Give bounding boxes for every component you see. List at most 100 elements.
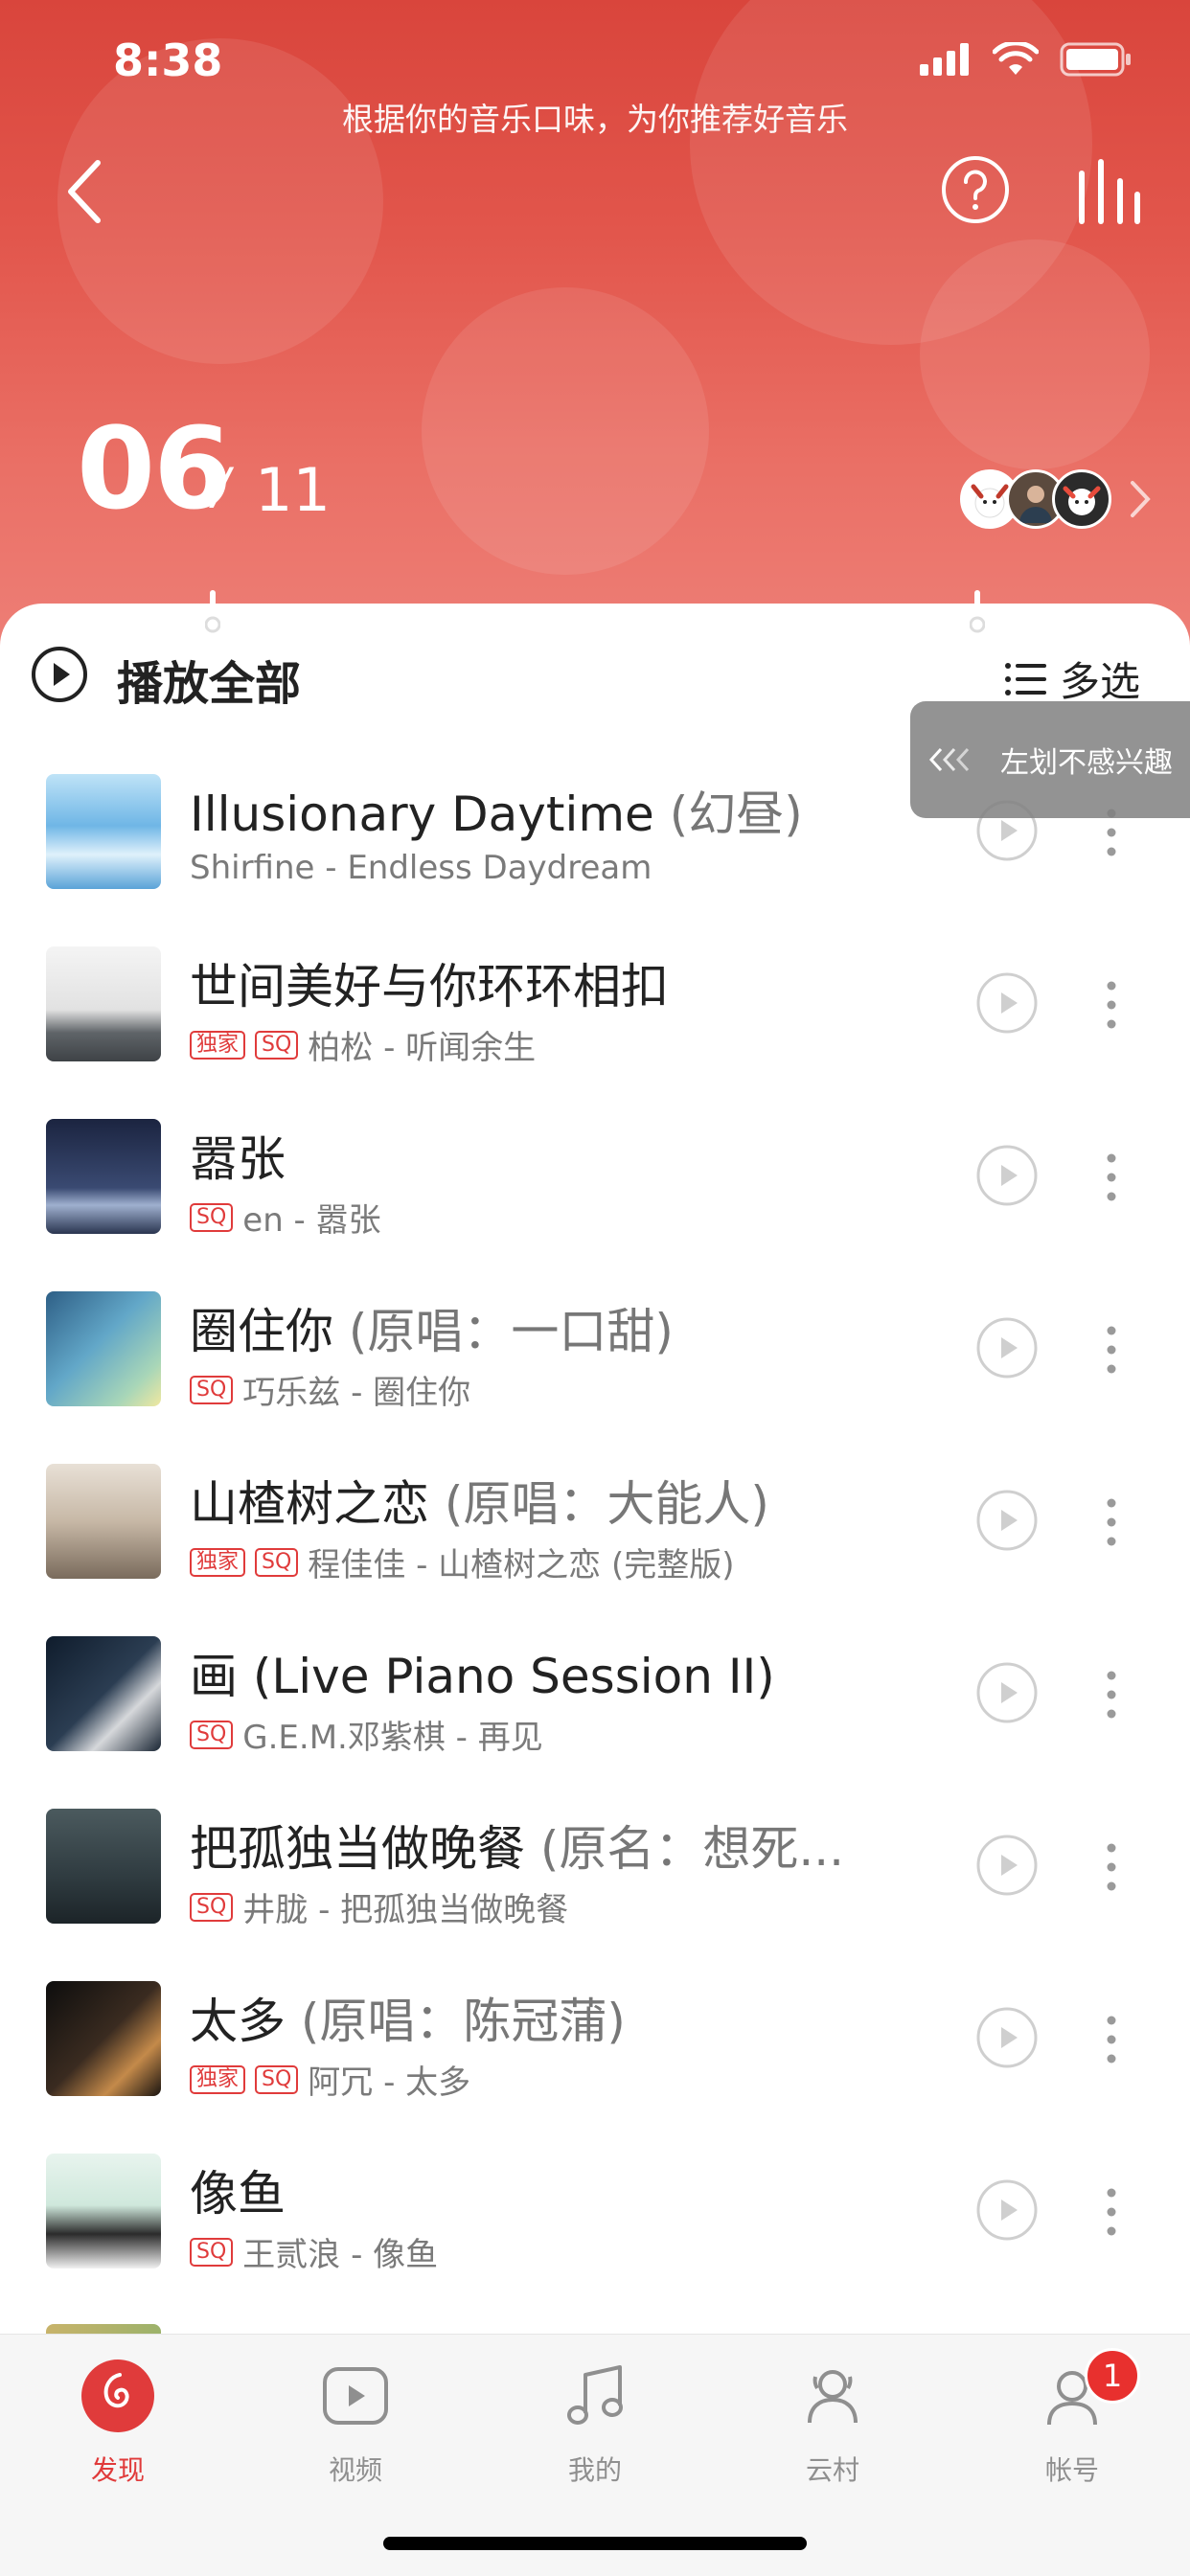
song-row[interactable]: 山楂树之恋 (原唱：大能人) 独家 SQ 程佳佳 - 山楂树之恋 (完整版) <box>0 1464 1190 1636</box>
music-note-icon <box>567 2365 623 2425</box>
song-badges: 独家 SQ <box>190 1030 308 1060</box>
album-cover <box>46 1119 161 1234</box>
multi-select-label: 多选 <box>1059 658 1140 705</box>
community-icon <box>808 2370 858 2424</box>
song-title-extra: (幻昼) <box>653 786 803 842</box>
song-row[interactable]: 嚣张 SQ en - 嚣张 <box>0 1119 1190 1291</box>
song-title-extra: (原名：想死... <box>525 1821 845 1877</box>
song-artist: G.E.M.邓紫棋 - 再见 <box>242 1719 543 1757</box>
more-icon[interactable] <box>1100 2008 1123 2071</box>
play-icon[interactable] <box>975 2006 1039 2069</box>
home-indicator <box>383 2537 807 2550</box>
song-row[interactable]: 太多 (原唱：陈冠蒲) 独家 SQ 阿冗 - 太多 <box>0 1981 1190 2154</box>
tab-mine[interactable]: 我的 <box>523 2354 667 2497</box>
song-title: 太多 (原唱：陈冠蒲) <box>190 1983 626 2052</box>
more-icon[interactable] <box>1100 1663 1123 1726</box>
tab-account[interactable]: 1 帐号 <box>1000 2348 1144 2497</box>
calendar-ring-icon <box>970 590 985 633</box>
tab-label: 视频 <box>328 2454 382 2486</box>
album-cover <box>46 2154 161 2268</box>
more-icon[interactable] <box>1100 1146 1123 1209</box>
back-icon[interactable] <box>57 153 115 230</box>
multi-select-button[interactable]: 多选 <box>1004 650 1140 708</box>
tab-label: 帐号 <box>1044 2454 1099 2486</box>
calendar-ring-icon <box>205 590 220 633</box>
song-artist: en - 嚣张 <box>242 1201 381 1240</box>
album-cover <box>46 1291 161 1406</box>
wifi-icon <box>993 42 1039 75</box>
quality-badge: SQ <box>255 1030 299 1060</box>
play-icon[interactable] <box>975 1834 1039 1897</box>
more-icon[interactable] <box>1100 1318 1123 1381</box>
play-icon[interactable] <box>975 1316 1039 1379</box>
help-icon[interactable] <box>941 155 1010 224</box>
quality-badge: SQ <box>255 1547 299 1577</box>
more-icon[interactable] <box>1100 973 1123 1037</box>
album-cover <box>46 1981 161 2096</box>
song-title: 圈住你 (原唱：一口甜) <box>190 1293 674 1362</box>
song-row[interactable]: 画 (Live Piano Session II) SQ G.E.M.邓紫棋 - … <box>0 1636 1190 1809</box>
song-artist: 井胧 - 把孤独当做晚餐 <box>242 1891 569 1929</box>
quality-badge: SQ <box>190 1720 234 1749</box>
tab-discover[interactable]: 发现 <box>46 2354 190 2497</box>
play-all-button[interactable]: 播放全部 <box>117 646 301 713</box>
song-subtitle: 独家 SQ 阿冗 - 太多 <box>190 2056 470 2103</box>
song-title: 山楂树之恋 (原唱：大能人) <box>190 1466 769 1535</box>
song-title-main: 像鱼 <box>190 2166 286 2222</box>
signal-icon <box>920 43 969 76</box>
quality-badge: SQ <box>190 1892 234 1922</box>
swipe-hint-label: 左划不感兴趣 <box>1000 746 1173 780</box>
song-artist: Shirfine - Endless Daydream <box>190 849 652 887</box>
play-icon[interactable] <box>975 2178 1039 2242</box>
now-playing-icon[interactable] <box>1075 157 1142 226</box>
song-artist: 阿冗 - 太多 <box>308 2063 471 2102</box>
more-icon[interactable] <box>1100 1835 1123 1899</box>
song-row[interactable]: 圈住你 (原唱：一口甜) SQ 巧乐兹 - 圈住你 <box>0 1291 1190 1464</box>
song-artist: 王贰浪 - 像鱼 <box>242 2236 439 2274</box>
song-title-extra: (原唱：陈冠蒲) <box>286 1994 626 2049</box>
album-cover <box>46 946 161 1061</box>
song-badges: 独家 SQ <box>190 2064 308 2094</box>
song-subtitle: SQ 巧乐兹 - 圈住你 <box>190 1366 470 1413</box>
song-badges: SQ <box>190 1720 242 1749</box>
song-title-extra: (原唱：大能人) <box>429 1476 769 1532</box>
play-icon[interactable] <box>975 1144 1039 1207</box>
album-cover <box>46 1636 161 1751</box>
song-row[interactable]: 把孤独当做晚餐 (原名：想死... SQ 井胧 - 把孤独当做晚餐 <box>0 1809 1190 1981</box>
listener-avatars[interactable] <box>960 469 1154 529</box>
quality-badge: SQ <box>190 1202 234 1232</box>
chevron-right-icon <box>1131 481 1151 517</box>
status-icons <box>920 42 1133 77</box>
tab-label: 我的 <box>567 2454 622 2486</box>
tab-community[interactable]: 云村 <box>761 2354 904 2497</box>
song-title-main: 山楂树之恋 <box>190 1476 429 1532</box>
more-icon[interactable] <box>1100 1491 1123 1554</box>
song-subtitle: SQ G.E.M.邓紫棋 - 再见 <box>190 1711 543 1758</box>
play-icon[interactable] <box>975 971 1039 1035</box>
song-title-main: 世间美好与你环环相扣 <box>190 959 669 1014</box>
album-cover <box>46 774 161 889</box>
status-time: 8:38 <box>113 34 223 86</box>
song-title: 把孤独当做晚餐 (原名：想死... <box>190 1811 844 1880</box>
song-title-main: 把孤独当做晚餐 <box>190 1821 525 1877</box>
album-cover <box>46 1464 161 1579</box>
song-badges: SQ <box>190 1375 242 1404</box>
song-row[interactable]: 像鱼 SQ 王贰浪 - 像鱼 <box>0 2154 1190 2326</box>
play-icon[interactable] <box>975 1489 1039 1552</box>
song-title-main: 嚣张 <box>190 1131 286 1187</box>
discover-icon <box>81 2359 154 2432</box>
header-banner: 8:38 根据你的音乐口味，为你推荐好音乐 06 / 11 <box>0 0 1190 671</box>
date-day: 06 <box>77 402 232 535</box>
album-cover <box>46 1809 161 1924</box>
quality-badge: SQ <box>190 1375 234 1404</box>
play-all-icon[interactable] <box>31 646 88 703</box>
play-icon[interactable] <box>975 1661 1039 1724</box>
tab-video[interactable]: 视频 <box>284 2354 427 2497</box>
song-title-main: Illusionary Daytime <box>190 786 654 842</box>
more-icon[interactable] <box>1100 2180 1123 2244</box>
tab-label: 云村 <box>805 2454 859 2486</box>
song-title-main: 太多 <box>190 1994 286 2049</box>
header-subtitle: 根据你的音乐口味，为你推荐好音乐 <box>342 101 848 138</box>
song-title: 像鱼 <box>190 2155 286 2224</box>
song-row[interactable]: 世间美好与你环环相扣 独家 SQ 柏松 - 听闻余生 <box>0 946 1190 1119</box>
